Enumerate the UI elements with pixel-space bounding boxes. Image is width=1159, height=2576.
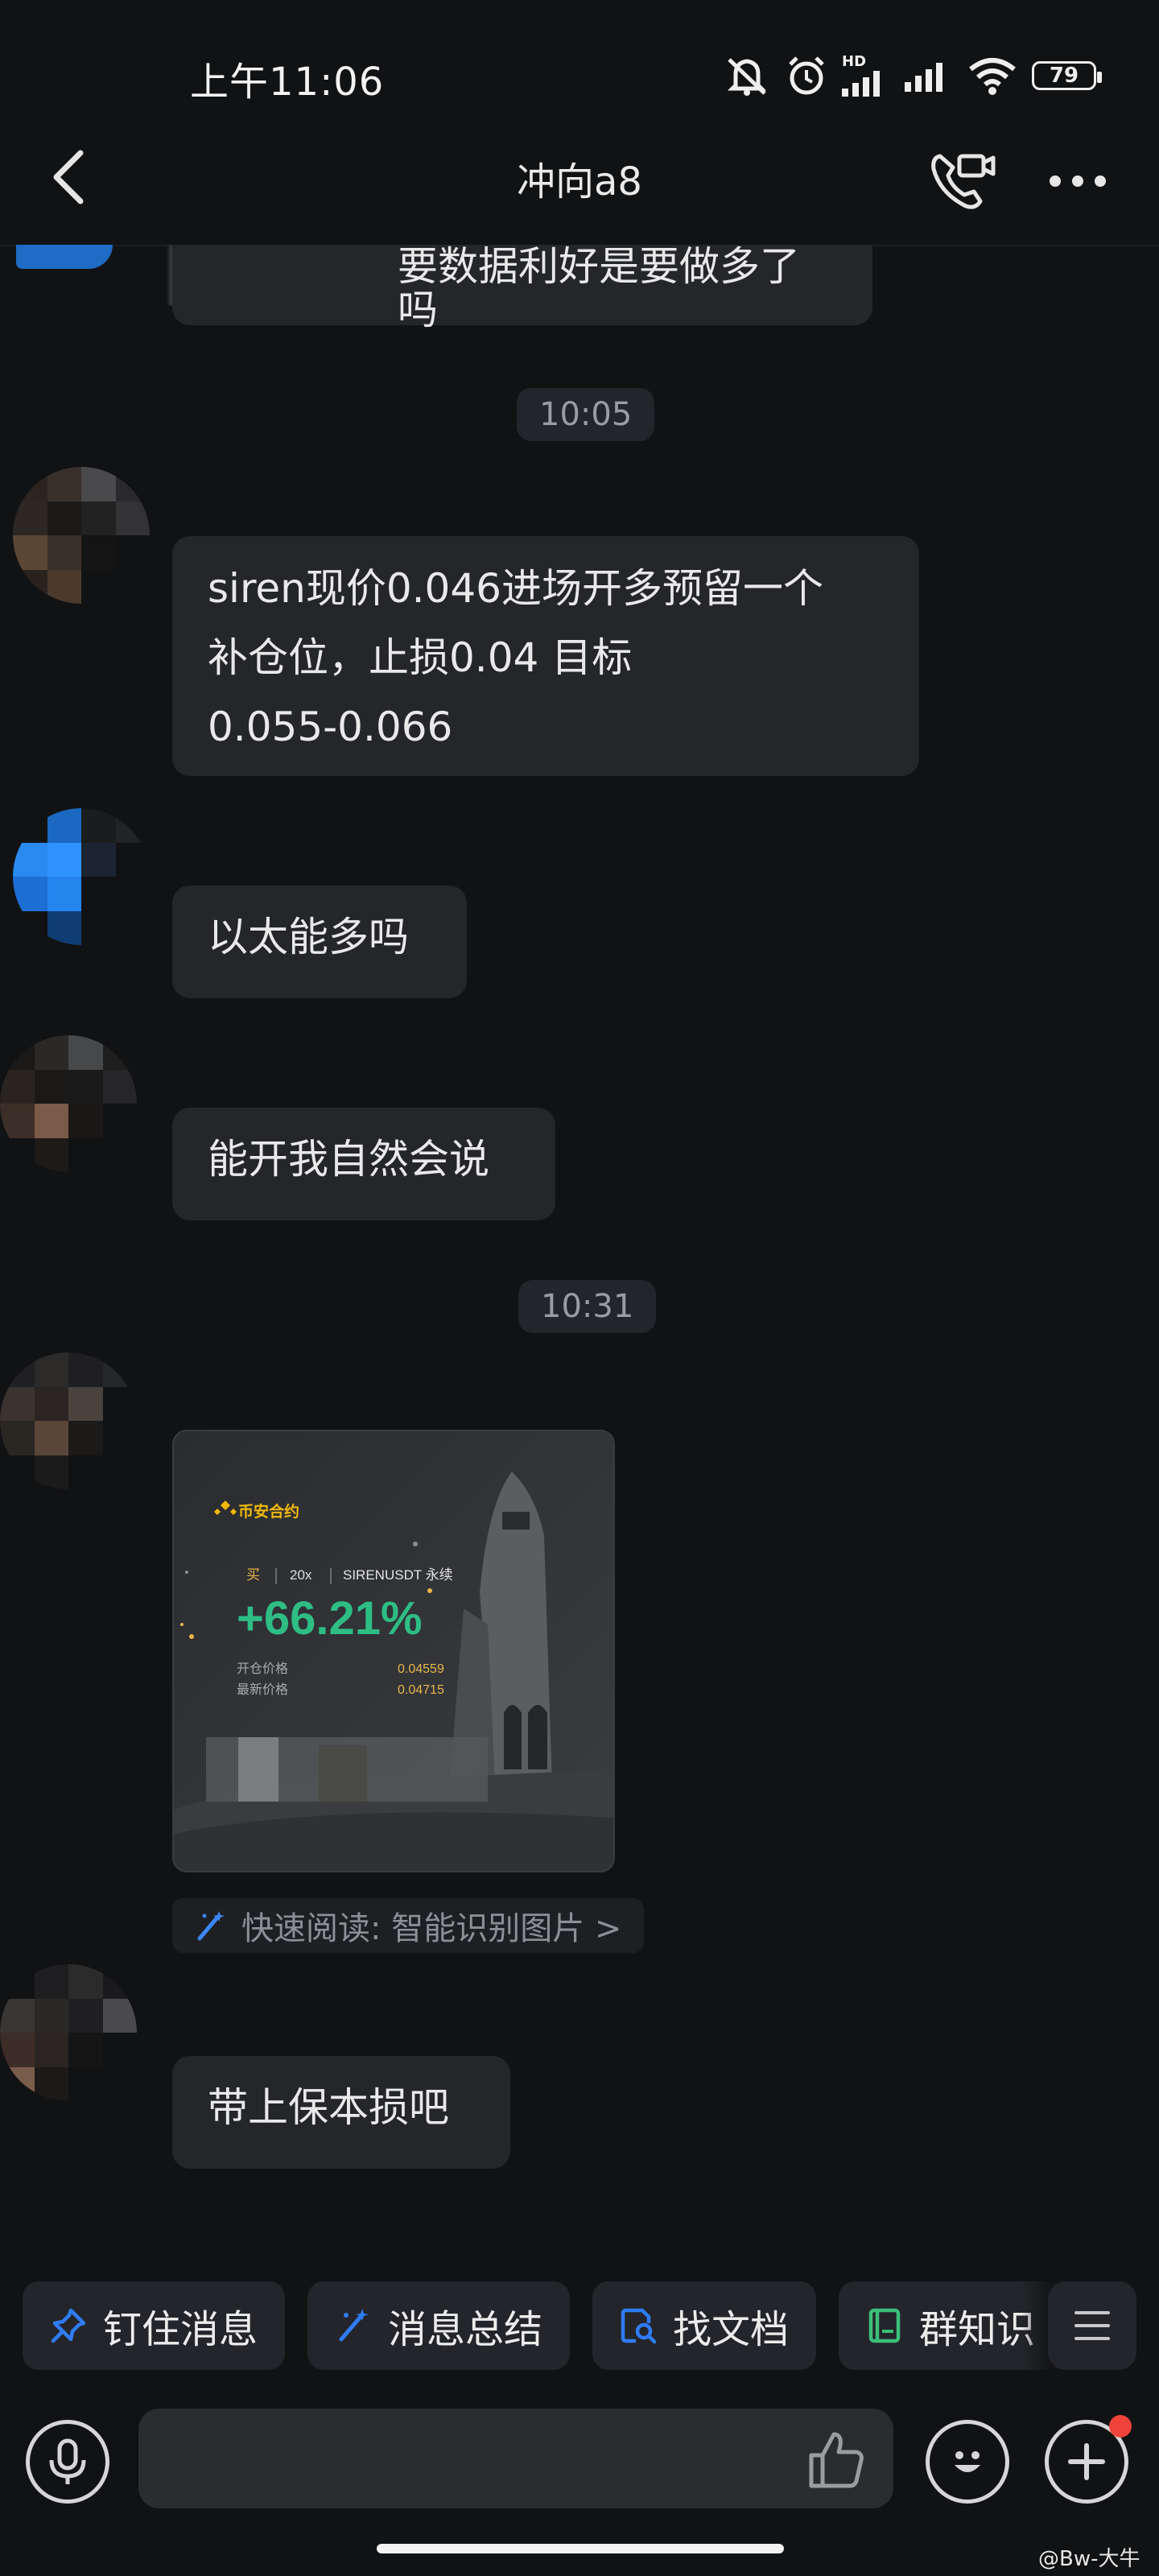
avatar[interactable]	[13, 467, 150, 604]
chip-label: 找文档	[673, 2307, 790, 2352]
message-line: 0.055-0.066	[208, 704, 453, 750]
message-line: siren现价0.046进场开多预留一个	[208, 565, 823, 612]
hd-label: HD	[842, 53, 867, 70]
call-button[interactable]	[926, 145, 998, 217]
more-options-button[interactable]	[1041, 153, 1114, 209]
signal-strength-icon-2	[905, 63, 942, 92]
book-icon	[868, 2308, 901, 2343]
pin-icon	[51, 2308, 86, 2343]
card-brand: 币安合约	[238, 1502, 299, 1521]
timestamp: 10:05	[517, 388, 655, 441]
message-bubble[interactable]: siren现价0.046进场开多预留一个 补仓位，止损0.04 目标 0.055…	[172, 536, 919, 776]
smiley-icon	[955, 2451, 980, 2472]
notification-dot	[1109, 2415, 1132, 2438]
quick-actions-bar: 钉住消息 消息总结 找文档 群知识	[23, 2281, 1063, 2370]
thumbs-up-icon	[809, 2432, 864, 2488]
menu-icon[interactable]	[1048, 2281, 1136, 2370]
wifi-icon	[969, 58, 1016, 95]
summarize-messages-chip[interactable]: 消息总结	[307, 2281, 571, 2370]
emoji-button[interactable]	[926, 2420, 1009, 2504]
chip-label: 群知识	[919, 2307, 1036, 2352]
phone-video-icon	[931, 154, 996, 209]
pin-message-chip[interactable]: 钉住消息	[23, 2281, 286, 2370]
mute-bell-icon	[727, 58, 767, 96]
avatar[interactable]	[0, 1352, 137, 1489]
quick-read-label: 快速阅读: 智能识别图片 >	[241, 1910, 622, 1947]
message-text: 以太能多吗	[208, 914, 409, 960]
watermark: @Bw-大牛	[1038, 2547, 1140, 2571]
magic-wand-icon	[197, 1911, 225, 1941]
card-pnl: +66.21%	[237, 1592, 423, 1645]
message-text: 带上保本损吧	[208, 2084, 449, 2131]
microphone-icon	[49, 2438, 86, 2484]
card-entry-label: 开仓价格	[237, 1662, 288, 1676]
message-bubble[interactable]: 能开我自然会说	[172, 1108, 555, 1220]
card-symbol: SIRENUSDT 永续	[343, 1567, 453, 1583]
avatar[interactable]	[0, 1035, 137, 1172]
avatar[interactable]	[0, 1964, 137, 2101]
plus-icon	[1068, 2443, 1105, 2480]
message-input[interactable]	[138, 2409, 893, 2508]
message-text: 要数据利好是要做多了吗	[398, 243, 800, 333]
thumbs-up-button[interactable]	[800, 2423, 872, 2496]
battery-icon: 79	[1032, 61, 1102, 90]
message-text: 能开我自然会说	[208, 1136, 489, 1183]
card-leverage: 20x	[290, 1567, 312, 1583]
voice-input-button[interactable]	[26, 2420, 109, 2504]
status-time: 上午11:06	[190, 60, 385, 105]
avatar[interactable]	[13, 808, 150, 945]
message-line: 补仓位，止损0.04 目标	[208, 634, 633, 681]
trade-screenshot-image[interactable]: 币安合约 买 20x SIRENUSDT 永续 +66.21% 开仓价格 0.0…	[172, 1430, 615, 1872]
magic-wand-icon	[339, 2309, 369, 2342]
home-indicator[interactable]	[377, 2544, 784, 2553]
signal-strength-icon	[842, 71, 880, 97]
trade-card-graphic: 币安合约 买 20x SIRENUSDT 永续 +66.21% 开仓价格 0.0…	[174, 1431, 613, 1871]
card-entry-value: 0.04559	[398, 1662, 444, 1676]
chip-label: 消息总结	[388, 2307, 543, 2352]
battery-level: 79	[1049, 64, 1079, 88]
message-bubble[interactable]: 以太能多吗	[172, 886, 467, 998]
timestamp: 10:31	[518, 1280, 657, 1333]
doc-search-icon	[621, 2308, 657, 2344]
alarm-clock-icon	[789, 56, 824, 95]
find-document-chip[interactable]: 找文档	[592, 2281, 817, 2370]
chip-label: 钉住消息	[103, 2307, 258, 2352]
card-last-label: 最新价格	[237, 1682, 288, 1697]
status-icons: HD 79	[723, 53, 1102, 98]
message-bubble[interactable]: 带上保本损吧	[172, 2056, 510, 2169]
card-side: 买	[246, 1567, 260, 1583]
card-last-value: 0.04715	[398, 1683, 444, 1697]
message-bubble[interactable]: 要数据利好是要做多了吗	[172, 245, 872, 332]
quick-read-button[interactable]: 快速阅读: 智能识别图片 >	[172, 1898, 645, 1953]
